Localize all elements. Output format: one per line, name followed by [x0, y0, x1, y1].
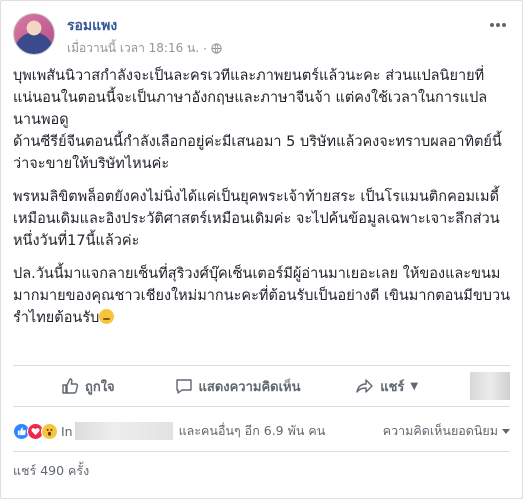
viewer-avatar-redacted[interactable]: [470, 372, 511, 400]
author-avatar[interactable]: [13, 13, 55, 55]
divider: [13, 451, 510, 452]
comment-button[interactable]: แสดงความคิดเห็น: [163, 366, 313, 406]
chevron-down-icon: [502, 428, 510, 434]
like-button[interactable]: ถูกใจ: [13, 366, 163, 406]
more-options-icon[interactable]: [486, 17, 510, 33]
post-timestamp[interactable]: เมื่อวานนี้ เวลา 18:16 น.: [67, 39, 199, 58]
reaction-icons[interactable]: [13, 422, 58, 440]
post-paragraph-3-text: ปล.วันนี้มาแจกลายเซ็นที่สุริวงศ์บุ๊คเซ็น…: [13, 266, 511, 326]
like-label: ถูกใจ: [84, 379, 115, 395]
comment-sort-label: ความคิดเห็นยอดนิยม: [382, 423, 498, 438]
action-bar: ถูกใจ แสดงความคิดเห็น แชร์ ▼: [13, 365, 511, 407]
reaction-names-prefix[interactable]: In: [61, 424, 73, 439]
post-paragraph-1: บุพเพสันนิวาสกำลังจะเป็นละครเวทีและภาพยน…: [13, 68, 502, 172]
post-header: รอมแพง เมื่อวานนี้ เวลา 18:16 น. ·: [13, 11, 510, 61]
wow-reaction-icon: [41, 422, 58, 440]
author-name[interactable]: รอมแพง: [67, 15, 117, 37]
meta-separator: ·: [203, 41, 207, 56]
comment-sort-dropdown[interactable]: ความคิดเห็นยอดนิยม: [383, 421, 510, 441]
post-meta: เมื่อวานนี้ เวลา 18:16 น. ·: [67, 39, 222, 58]
post-paragraph-2: พรหมลิขิตพล็อตยังคงไม่นิ่งได้แค่เป็นยุคพ…: [13, 189, 500, 249]
share-icon: [356, 379, 373, 393]
share-label: แชร์: [380, 379, 405, 395]
reactions-row: In และคนอื่นๆ อีก 6.9 พัน คน ความคิดเห็น…: [13, 421, 510, 441]
post-paragraph-3: ปล.วันนี้มาแจกลายเซ็นที่สุริวงศ์บุ๊คเซ็น…: [13, 263, 513, 329]
share-count[interactable]: แชร์ 490 ครั้ง: [13, 461, 89, 481]
facebook-post-card: รอมแพง เมื่อวานนี้ เวลา 18:16 น. · บุพเพ…: [0, 0, 523, 499]
redacted-name[interactable]: [74, 422, 173, 440]
share-dropdown-icon[interactable]: ▼: [410, 381, 418, 392]
thumbs-up-icon: [62, 378, 79, 394]
share-button[interactable]: แชร์ ▼: [312, 366, 462, 406]
comment-label: แสดงความคิดเห็น: [198, 379, 301, 395]
comment-icon: [175, 379, 192, 394]
blush-emoji-icon: [99, 309, 115, 324]
globe-icon: [211, 43, 222, 54]
post-body: บุพเพสันนิวาสกำลังจะเป็นละครเวทีและภาพยน…: [13, 65, 513, 340]
reaction-count-text[interactable]: และคนอื่นๆ อีก 6.9 พัน คน: [179, 421, 326, 441]
